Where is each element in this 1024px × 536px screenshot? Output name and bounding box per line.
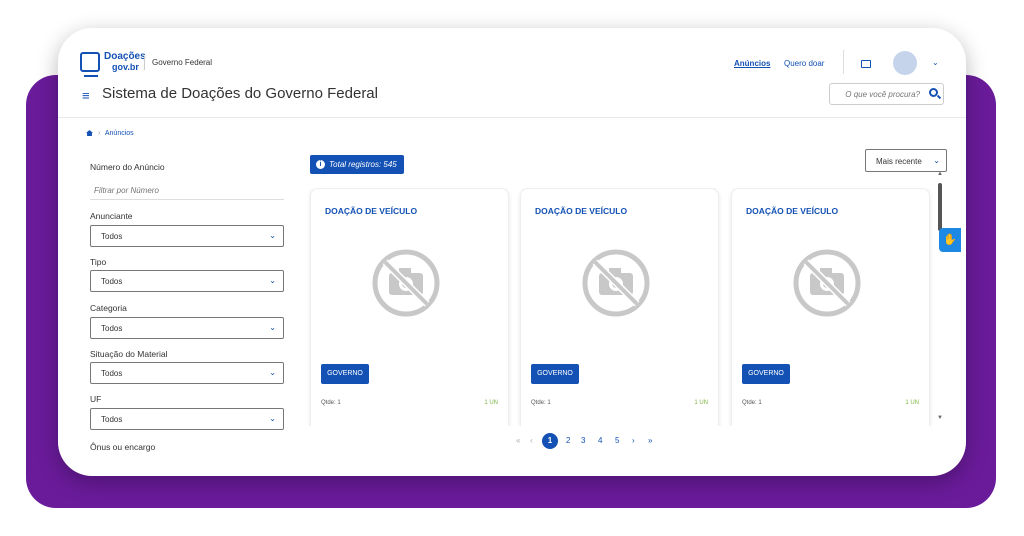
prev-page-button[interactable]: ‹ [530,436,533,445]
breadcrumb: › Anúncios [86,130,134,137]
first-page-button[interactable]: « [516,436,520,445]
card-title[interactable]: DOAÇÃO DE VEÍCULO [325,206,417,216]
tipo-value: Todos [101,277,123,286]
categoria-label: Categoria [90,303,127,313]
header-divider [144,56,145,70]
numero-input[interactable] [90,182,284,200]
next-page-button[interactable]: › [632,436,635,445]
search-input[interactable] [834,87,920,101]
stage: Doações gov.br Governo Federal Anúncios … [0,0,1024,536]
page-2-button[interactable]: 2 [566,436,570,445]
card-unit: 1 UN [694,400,708,406]
categoria-value: Todos [101,324,123,333]
chevron-down-icon: ⌄ [933,156,940,165]
card-unit: 1 UN [484,400,498,406]
scrollbar[interactable]: ▲ ▼ [936,171,944,423]
cart-icon [80,52,100,77]
total-badge: i Total registros: 545 [310,155,404,174]
avatar[interactable] [893,51,917,75]
anunciante-value: Todos [101,232,123,241]
no-photo-icon [372,249,440,317]
hamburger-icon[interactable]: ≡ [82,88,90,103]
no-photo-icon [582,249,650,317]
scroll-down-icon[interactable]: ▼ [937,415,943,421]
numero-label: Número do Anúncio [90,162,165,172]
search-icon[interactable] [929,88,938,97]
card-unit: 1 UN [905,400,919,406]
chevron-down-icon: ⌄ [269,414,276,423]
page-4-button[interactable]: 4 [598,436,602,445]
page-5-button[interactable]: 5 [615,436,619,445]
header-separator [58,117,966,118]
search-box[interactable] [829,83,944,105]
total-label: Total registros: 545 [329,160,397,169]
logo-text: Doações [104,51,146,62]
chevron-down-icon[interactable]: ⌄ [932,58,939,67]
governo-badge[interactable]: GOVERNO [321,364,369,384]
listing-card[interactable]: DOAÇÃO DE VEÍCULO GOVERNO Qtde: 1 1 UN [310,188,509,426]
nav-anuncios[interactable]: Anúncios [734,59,770,68]
card-unit-value: 1 UN [694,400,708,406]
onus-label: Ônus ou encargo [90,442,156,452]
mail-icon[interactable] [861,60,871,68]
card-qty: Qtde: 1 [321,400,341,406]
last-page-button[interactable]: » [648,436,652,445]
governo-badge[interactable]: GOVERNO [742,364,790,384]
browser-window: Doações gov.br Governo Federal Anúncios … [58,28,966,476]
card-unit-value: 1 UN [484,400,498,406]
home-icon[interactable] [86,130,93,136]
card-unit-value: 1 UN [905,400,919,406]
situacao-select[interactable]: Todos ⌄ [90,362,284,384]
situacao-value: Todos [101,369,123,378]
page-3-button[interactable]: 3 [581,436,585,445]
chevron-down-icon: ⌄ [269,368,276,377]
logo-subtext: gov.br [112,62,139,72]
card-qty: Qtde: 1 [742,400,762,406]
no-photo-icon [793,249,861,317]
gov-label: Governo Federal [152,58,213,67]
page-title: Sistema de Doações do Governo Federal [102,85,378,102]
cards-grid: DOAÇÃO DE VEÍCULO GOVERNO Qtde: 1 1 UN D… [308,188,933,426]
doacoes-logo[interactable]: Doações gov.br [80,51,146,78]
tipo-label: Tipo [90,257,107,267]
accessibility-icon[interactable]: ✋ [939,228,961,252]
scroll-up-icon[interactable]: ▲ [937,171,943,177]
situacao-label: Situação do Material [90,349,168,359]
nav-quero-doar[interactable]: Quero doar [784,59,824,68]
anunciante-label: Anunciante [90,211,133,221]
uf-value: Todos [101,415,123,424]
chevron-down-icon: ⌄ [269,276,276,285]
card-qty: Qtde: 1 [531,400,551,406]
uf-select[interactable]: Todos ⌄ [90,408,284,430]
listing-card[interactable]: DOAÇÃO DE VEÍCULO GOVERNO Qtde: 1 1 UN [731,188,930,426]
uf-label: UF [90,394,102,404]
info-icon: i [316,160,325,169]
breadcrumb-current[interactable]: Anúncios [105,130,134,137]
listing-card[interactable]: DOAÇÃO DE VEÍCULO GOVERNO Qtde: 1 1 UN [520,188,719,426]
sort-value: Mais recente [876,157,922,166]
tipo-select[interactable]: Todos ⌄ [90,270,284,292]
card-title[interactable]: DOAÇÃO DE VEÍCULO [535,206,627,216]
governo-badge[interactable]: GOVERNO [531,364,579,384]
card-title[interactable]: DOAÇÃO DE VEÍCULO [746,206,838,216]
chevron-right-icon: › [97,130,101,137]
anunciante-select[interactable]: Todos ⌄ [90,225,284,247]
chevron-down-icon: ⌄ [269,323,276,332]
page-1-button[interactable]: 1 [542,433,558,449]
nav-divider [843,50,844,74]
chevron-down-icon: ⌄ [269,231,276,240]
scroll-thumb[interactable] [938,183,942,231]
sort-select[interactable]: Mais recente ⌄ [865,149,947,172]
categoria-select[interactable]: Todos ⌄ [90,317,284,339]
